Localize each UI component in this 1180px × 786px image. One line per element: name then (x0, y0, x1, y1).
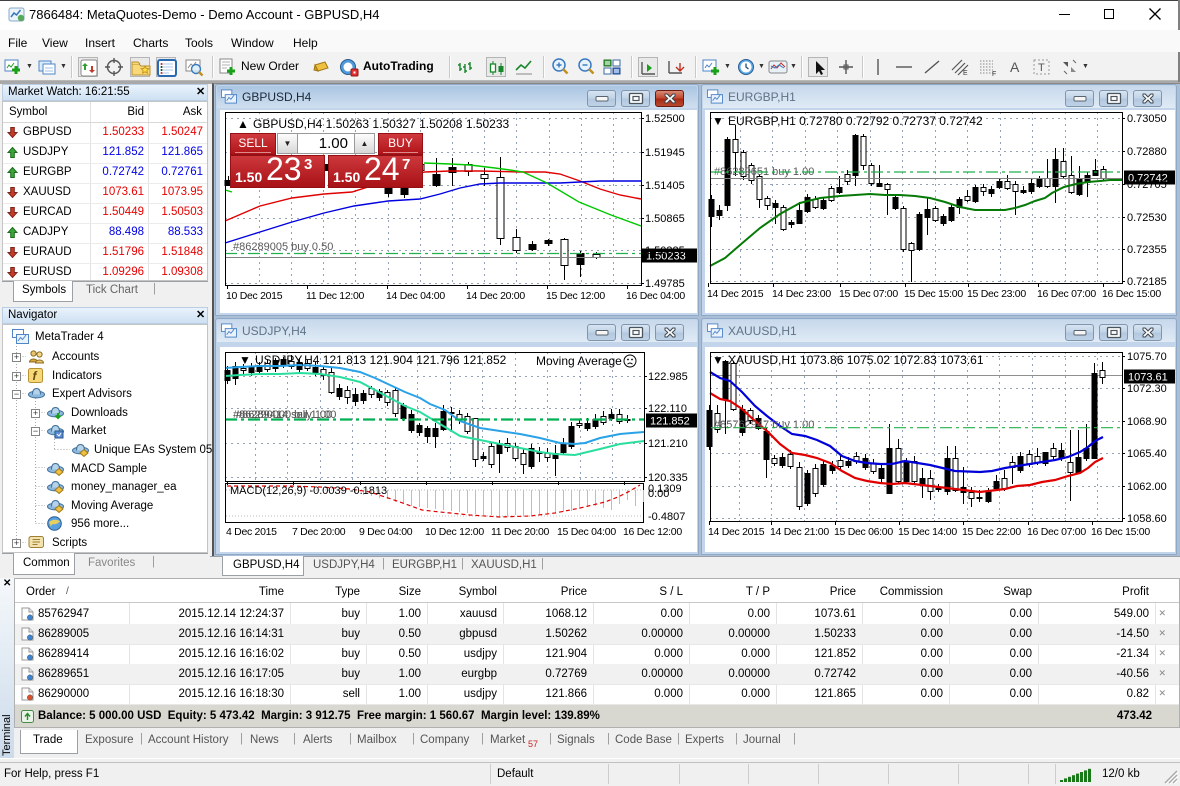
svg-text:14 Dec 20:00: 14 Dec 20:00 (466, 290, 525, 302)
svg-text:16 Dec 07:00: 16 Dec 07:00 (1027, 526, 1086, 538)
svg-text:EURGBP,H1 0.72780 0.72792 0.7: EURGBP,H1 0.72780 0.72792 0.72737 0.7274… (728, 114, 983, 128)
svg-text:14 Dec 23:00: 14 Dec 23:00 (772, 288, 831, 300)
svg-text:F: F (992, 71, 996, 77)
svg-text:#85762947 buy 1.00: #85762947 buy 1.00 (714, 419, 814, 431)
svg-text:E: E (963, 70, 968, 77)
svg-text:T: T (1038, 62, 1045, 74)
svg-text:1.50325: 1.50325 (645, 245, 685, 257)
svg-text:▲: ▲ (237, 117, 249, 131)
svg-text:14 Dec 2015: 14 Dec 2015 (707, 288, 764, 300)
svg-text:0.72880: 0.72880 (1127, 146, 1167, 158)
svg-text:14 Dec 21:00: 14 Dec 21:00 (770, 526, 829, 538)
svg-text:0.00: 0.00 (648, 488, 669, 500)
svg-text:15 Dec 06:00: 15 Dec 06:00 (834, 526, 893, 538)
svg-text:11 Dec 20:00: 11 Dec 20:00 (491, 526, 550, 538)
svg-text:A: A (1010, 59, 1020, 75)
svg-text:0.72355: 0.72355 (1127, 244, 1167, 256)
svg-text:10 Dec 2015: 10 Dec 2015 (226, 290, 283, 302)
svg-text:USDJPY,H4 121.813 121.904 121: USDJPY,H4 121.813 121.904 121.796 121.85… (255, 353, 507, 367)
svg-text:▼: ▼ (239, 353, 251, 367)
svg-text:1073.61: 1073.61 (1128, 372, 1168, 384)
svg-text:16 Dec 15:00: 16 Dec 15:00 (1102, 288, 1161, 300)
svg-text:15 Dec 07:00: 15 Dec 07:00 (839, 288, 898, 300)
svg-text:GBPUSD,H4 1.50263 1.50327 1.5: GBPUSD,H4 1.50263 1.50327 1.50208 1.5023… (253, 117, 510, 131)
svg-text:1075.70: 1075.70 (1127, 351, 1167, 363)
svg-text:7 Dec 20:00: 7 Dec 20:00 (292, 526, 346, 538)
svg-text:MACD(12,26,9) -0.0039 -0.1813: MACD(12,26,9) -0.0039 -0.1813 (230, 485, 387, 497)
svg-text:0.73050: 0.73050 (1127, 113, 1167, 125)
svg-text:15 Dec 14:00: 15 Dec 14:00 (898, 526, 957, 538)
svg-text:XAUUSD,H1 1073.86 1075.02 107: XAUUSD,H1 1073.86 1075.02 1072.83 1073.6… (728, 353, 984, 367)
svg-text:9 Dec 04:00: 9 Dec 04:00 (359, 526, 413, 538)
svg-text:16 Dec 15:00: 16 Dec 15:00 (1091, 526, 1150, 538)
svg-text:1.52500: 1.52500 (645, 113, 685, 125)
svg-text:120.335: 120.335 (648, 472, 688, 484)
svg-text:14 Dec 2015: 14 Dec 2015 (708, 526, 765, 538)
svg-text:1072.30: 1072.30 (1127, 383, 1167, 395)
svg-text:10 Dec 12:00: 10 Dec 12:00 (425, 526, 484, 538)
svg-text:11 Dec 12:00: 11 Dec 12:00 (306, 290, 365, 302)
svg-text:0.72530: 0.72530 (1127, 212, 1167, 224)
svg-text:-0.4807: -0.4807 (648, 511, 685, 523)
svg-text:1068.90: 1068.90 (1127, 416, 1167, 428)
svg-text:1058.60: 1058.60 (1127, 513, 1167, 525)
svg-text:15 Dec 22:00: 15 Dec 22:00 (962, 526, 1021, 538)
svg-text:0.72185: 0.72185 (1127, 276, 1167, 288)
svg-text:Moving Average: Moving Average (536, 354, 622, 368)
svg-text:1.51945: 1.51945 (645, 147, 685, 159)
svg-text:16 Dec 12:00: 16 Dec 12:00 (623, 526, 682, 538)
svg-text:1.51405: 1.51405 (645, 180, 685, 192)
svg-text:14 Dec 04:00: 14 Dec 04:00 (386, 290, 445, 302)
svg-text:▼: ▼ (712, 353, 724, 367)
svg-text:1.50865: 1.50865 (645, 213, 685, 225)
svg-text:1.49785: 1.49785 (645, 278, 685, 290)
svg-text:1065.40: 1065.40 (1127, 448, 1167, 460)
svg-text:▼: ▼ (712, 114, 724, 128)
svg-text:16 Dec 04:00: 16 Dec 04:00 (626, 290, 685, 302)
svg-text:121.210: 121.210 (648, 438, 688, 450)
svg-text:#86289005 buy 0.50: #86289005 buy 0.50 (233, 241, 333, 253)
svg-text:15 Dec 04:00: 15 Dec 04:00 (557, 526, 616, 538)
svg-text:4 Dec 2015: 4 Dec 2015 (226, 526, 277, 538)
svg-text:122.110: 122.110 (648, 403, 687, 415)
svg-text:122.985: 122.985 (648, 371, 688, 383)
svg-text:16 Dec 07:00: 16 Dec 07:00 (1037, 288, 1096, 300)
svg-text:1062.00: 1062.00 (1127, 481, 1167, 493)
svg-text:0.72705: 0.72705 (1127, 179, 1167, 191)
svg-text:15 Dec 15:00: 15 Dec 15:00 (904, 288, 963, 300)
svg-text:15 Dec 23:00: 15 Dec 23:00 (967, 288, 1026, 300)
svg-text:15 Dec 12:00: 15 Dec 12:00 (546, 290, 605, 302)
svg-text:121.852: 121.852 (650, 416, 690, 428)
